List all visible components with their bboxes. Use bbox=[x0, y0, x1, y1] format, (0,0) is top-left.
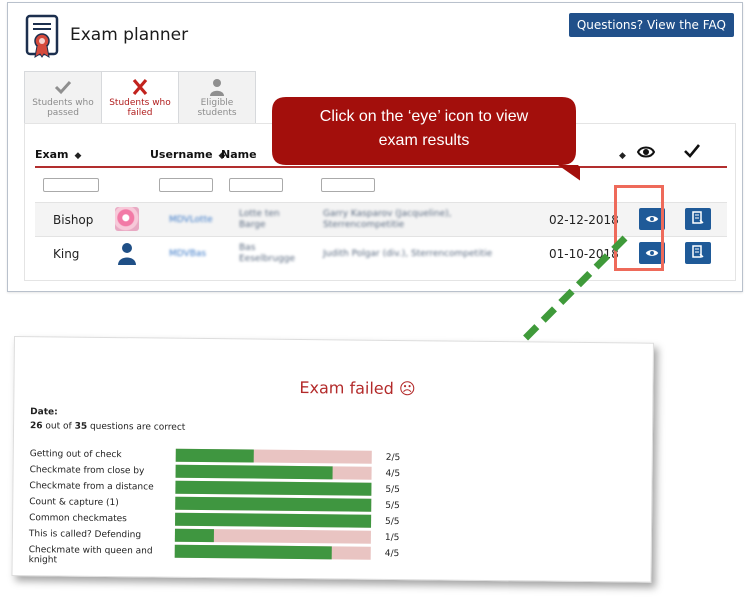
exam-result-panel: Exam failed ☹ Date: 26 out of 35 questio… bbox=[11, 336, 654, 583]
topic-bar bbox=[174, 528, 371, 544]
topic-bar-fill bbox=[175, 464, 333, 480]
topic-bar-fill bbox=[175, 480, 372, 496]
topic-bar-fill bbox=[175, 496, 372, 512]
topic-label: Getting out of check bbox=[29, 449, 122, 461]
topic-score: 4/5 bbox=[385, 468, 401, 480]
screenshot-stage: Exam planner Questions? View the FAQ Stu… bbox=[0, 0, 750, 600]
exam-failed-title: Exam failed ☹ bbox=[299, 377, 416, 399]
topic-label: Checkmate from a distance bbox=[29, 481, 154, 493]
topic-bar bbox=[174, 544, 371, 560]
topic-label: Checkmate with queen and knight bbox=[28, 545, 153, 566]
date-label: Date: bbox=[30, 407, 58, 418]
topic-label: Count & capture (1) bbox=[29, 497, 119, 509]
topic-score: 5/5 bbox=[385, 516, 400, 528]
topic-bar-fill bbox=[175, 512, 372, 528]
topic-list: Getting out of check 2/5 Checkmate from cl… bbox=[15, 337, 653, 565]
score-summary: 26 out of 35 questions are correct bbox=[30, 421, 186, 433]
topic-label: Common checkmates bbox=[29, 513, 127, 525]
topic-score: 5/5 bbox=[385, 484, 400, 496]
topic-score: 1/5 bbox=[384, 532, 400, 544]
topic-label: This is called? Defending bbox=[28, 529, 142, 541]
exam-result-card: Exam failed ☹ Date: 26 out of 35 questio… bbox=[11, 336, 654, 583]
topic-score: 4/5 bbox=[384, 548, 400, 560]
topic-bar bbox=[175, 464, 372, 480]
topic-bar bbox=[175, 512, 372, 528]
topic-bar bbox=[175, 480, 372, 496]
topic-score: 5/5 bbox=[385, 500, 400, 512]
topic-bar-fill bbox=[174, 544, 332, 560]
topic-bar-fill bbox=[174, 528, 215, 543]
topic-bar bbox=[175, 448, 372, 464]
topic-label: Checkmate from close by bbox=[29, 465, 145, 477]
topic-score: 2/5 bbox=[385, 452, 401, 464]
topic-bar bbox=[175, 496, 372, 512]
topic-bar-fill bbox=[175, 448, 255, 463]
